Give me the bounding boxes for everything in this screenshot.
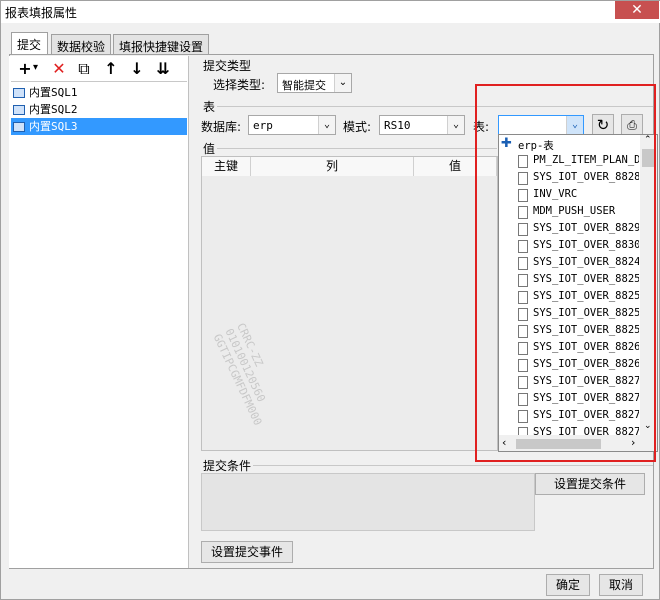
copy-icon[interactable]: ⧉ [74, 59, 94, 79]
tab-shortcut-settings[interactable]: 填报快捷键设置 [113, 34, 209, 54]
table-icon [13, 122, 25, 132]
close-button[interactable]: ✕ [615, 1, 659, 19]
sort-icon[interactable]: ⇊ [153, 59, 173, 79]
submit-type-label: 选择类型: [213, 78, 266, 92]
delete-icon[interactable]: ✕ [49, 59, 69, 79]
move-up-icon[interactable]: ↑ [101, 59, 121, 79]
tab-submit[interactable]: 提交 [11, 32, 48, 55]
column-header-column[interactable]: 列 [251, 157, 414, 176]
database-select[interactable]: erp ⌄ [248, 115, 336, 135]
tree-item-label: 内置SQL3 [29, 120, 78, 133]
chevron-down-icon[interactable]: ⌄ [447, 116, 464, 134]
database-label: 数据库: [201, 120, 242, 134]
add-dropdown-icon[interactable]: ▾ [33, 62, 38, 73]
table-icon [13, 105, 25, 115]
database-value: erp [253, 119, 273, 132]
title-bar: 报表填报属性 ✕ [1, 1, 660, 23]
set-event-button[interactable]: 设置提交事件 [201, 541, 293, 563]
tree-item-sql3[interactable]: 内置SQL3 [11, 118, 187, 135]
tree-item-sql1[interactable]: 内置SQL1 [11, 84, 187, 101]
submit-type-value: 智能提交 [282, 79, 326, 92]
condition-divider [253, 465, 653, 466]
mode-value: RS10 [384, 119, 411, 132]
window-title: 报表填报属性 [5, 6, 78, 20]
tree-item-sql2[interactable]: 内置SQL2 [11, 101, 187, 118]
set-condition-button[interactable]: 设置提交条件 [535, 473, 645, 495]
column-header-key[interactable]: 主键 [202, 157, 251, 176]
dialog-window: 报表填报属性 ✕ 提交 数据校验 填报快捷键设置 + ▾ ✕ ⧉ ↑ ↓ ⇊ 内… [0, 0, 660, 600]
chevron-down-icon[interactable]: ⌄ [334, 74, 351, 92]
ok-button[interactable]: 确定 [546, 574, 590, 596]
mode-select[interactable]: RS10 ⌄ [379, 115, 465, 135]
table-icon [13, 88, 25, 98]
move-down-icon[interactable]: ↓ [127, 59, 147, 79]
tree-item-label: 内置SQL2 [29, 103, 78, 116]
highlight-box [475, 84, 656, 462]
condition-heading: 提交条件 [203, 459, 252, 473]
add-icon[interactable]: + [15, 59, 35, 79]
submit-type-heading: 提交类型 [203, 59, 252, 73]
mode-label: 模式: [343, 120, 372, 134]
chevron-down-icon[interactable]: ⌄ [318, 116, 335, 134]
tree-item-label: 内置SQL1 [29, 86, 78, 99]
value-divider [217, 148, 497, 149]
submit-type-select[interactable]: 智能提交 ⌄ [277, 73, 352, 93]
table-heading: 表 [203, 100, 216, 114]
condition-area[interactable] [201, 473, 535, 531]
toolbar-divider [11, 81, 187, 82]
tab-data-validation[interactable]: 数据校验 [51, 34, 111, 54]
value-heading: 值 [203, 142, 216, 156]
cancel-button[interactable]: 取消 [599, 574, 643, 596]
